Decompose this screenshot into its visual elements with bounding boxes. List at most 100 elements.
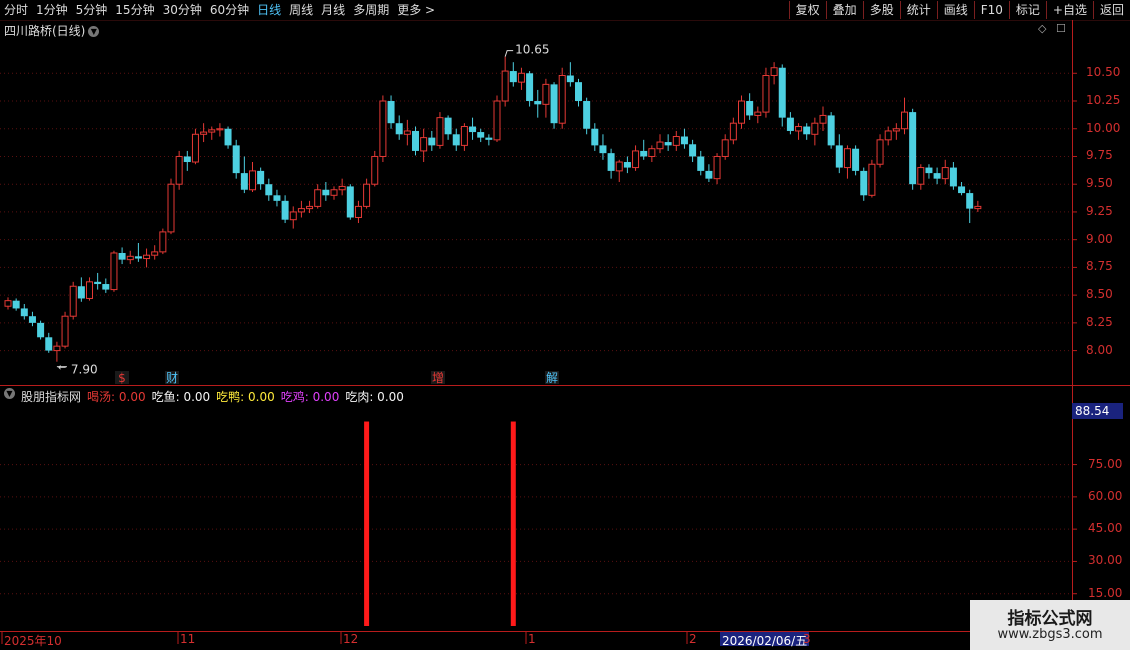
candle-body-down [705, 170, 713, 179]
candle-body-up [436, 117, 444, 146]
diamond-icon[interactable]: ◇ [1038, 22, 1046, 35]
low-arrow-icon: ← [58, 363, 66, 374]
candle-body-up [200, 131, 208, 135]
candle-body-down [134, 256, 142, 259]
candle-body-down [534, 101, 542, 105]
candle-body-down [966, 193, 974, 209]
candle-body-down [94, 281, 102, 285]
candle-body-down [860, 170, 868, 196]
candle-body-up [884, 130, 892, 141]
candle-body-up [729, 122, 737, 141]
event-marker: 解 [546, 371, 558, 385]
candle-body-down [412, 130, 419, 151]
candle-body-down [224, 128, 232, 146]
candle-body-up [208, 129, 216, 133]
date-axis: 2026/02/06/五 2025年10 11 12 1 2 3 [0, 632, 1072, 650]
candle-body-up [795, 126, 803, 132]
chevron-down-icon[interactable]: ▼ [4, 388, 15, 399]
candlestick-chart[interactable]: 10.65 ← 7.90 $ 财 增 解 [0, 0, 1130, 650]
candle-body-down [265, 184, 273, 196]
indicator-axis-label: 30.00 [1088, 553, 1123, 568]
candle-body-down [591, 128, 599, 146]
candle-body-up [648, 148, 656, 157]
candle-body-up [314, 189, 322, 207]
candle-body-down [346, 186, 354, 218]
candle-body-up [868, 163, 876, 196]
candle-body-down [664, 142, 672, 146]
chart-tools: ◇ ☐ [1038, 22, 1066, 35]
candle-body-down [575, 82, 582, 102]
indicator-axis-label: 45.00 [1088, 521, 1123, 536]
candle-body-down [28, 316, 36, 323]
candle-body-up [338, 185, 346, 191]
candle-body-up [632, 150, 640, 169]
low-price-label: 7.90 [71, 363, 98, 377]
candle-body-down [746, 101, 754, 116]
candle-body-up [713, 155, 721, 180]
event-marker: 财 [166, 371, 178, 385]
date-axis-label: 1 [528, 632, 536, 646]
event-marker: $ [118, 371, 126, 385]
candle-body-up [330, 189, 338, 196]
candle-body-up [53, 345, 61, 352]
candle-body-up [721, 139, 729, 157]
candle-body-up [159, 231, 167, 253]
candle-body-down [827, 115, 835, 146]
candle-body-down [640, 150, 648, 157]
price-axis-label: 8.25 [1086, 314, 1113, 329]
candle-body-down [387, 101, 395, 124]
candle-body-up [762, 74, 770, 113]
date-cursor: 2026/02/06/五 [720, 632, 810, 648]
candle-body-up [175, 155, 183, 185]
candle-body-up [892, 128, 900, 132]
candle-body-down [77, 286, 85, 299]
candle-body-down [786, 117, 794, 131]
candle-body-down [599, 145, 607, 154]
candle-body-down [607, 153, 615, 171]
indicator-name: 股朋指标网 [21, 390, 82, 404]
indicator-axis-label: 60.00 [1088, 488, 1123, 503]
indicator-values: 喝汤: 0.00 吃鱼: 0.00 吃鸭: 0.00 吃鸡: 0.00 吃肉: 0.00 [87, 388, 404, 405]
candle-body-down [469, 126, 477, 133]
candle-body-down [12, 300, 20, 309]
candle-body-up [501, 70, 509, 102]
candle-body-down [322, 189, 330, 196]
indicator-field-1: 吃鱼: 0.00 [151, 390, 211, 404]
candle-body-down [240, 173, 248, 190]
candle-body-up [403, 130, 411, 135]
price-axis-label: 10.25 [1086, 93, 1121, 107]
candle-body-up [819, 114, 827, 124]
candle-body-up [354, 205, 362, 218]
candle-body-down [689, 144, 697, 157]
indicator-signal-bar [510, 421, 516, 626]
candle-body-up [143, 254, 151, 260]
window-icon[interactable]: ☐ [1056, 22, 1066, 35]
candle-body-up [249, 170, 256, 191]
chevron-down-icon[interactable]: ▼ [88, 26, 100, 37]
candle-body-up [754, 111, 762, 116]
candle-body-up [297, 208, 305, 213]
candle-body-down [257, 170, 265, 185]
candle-body-down [583, 101, 591, 129]
candle-body-down [118, 252, 126, 260]
candle-body-down [183, 156, 191, 163]
candle-body-up [672, 136, 680, 146]
price-axis-label: 8.00 [1086, 342, 1113, 357]
candle-body-down [623, 162, 631, 168]
candle-body-down [281, 200, 289, 220]
stock-name: 四川路桥(日线) [4, 24, 86, 38]
indicator-field-3: 吃鸡: 0.00 [280, 390, 340, 404]
date-axis-label: 11 [180, 632, 196, 646]
candle-body-up [4, 300, 12, 307]
right-panel-edge [1124, 20, 1130, 380]
indicator-field-0: 喝汤: 0.00 [87, 390, 146, 404]
candle-body-down [852, 148, 860, 171]
candle-body-down [949, 167, 957, 187]
price-axis-label: 9.25 [1086, 203, 1113, 218]
candle-body-down [37, 322, 45, 338]
indicator-field-2: 吃鸭: 0.00 [216, 390, 275, 404]
candle-body-up [371, 155, 379, 185]
candle-body-up [917, 167, 925, 185]
candle-body-down [933, 173, 941, 179]
price-axis-label: 9.00 [1086, 231, 1113, 246]
